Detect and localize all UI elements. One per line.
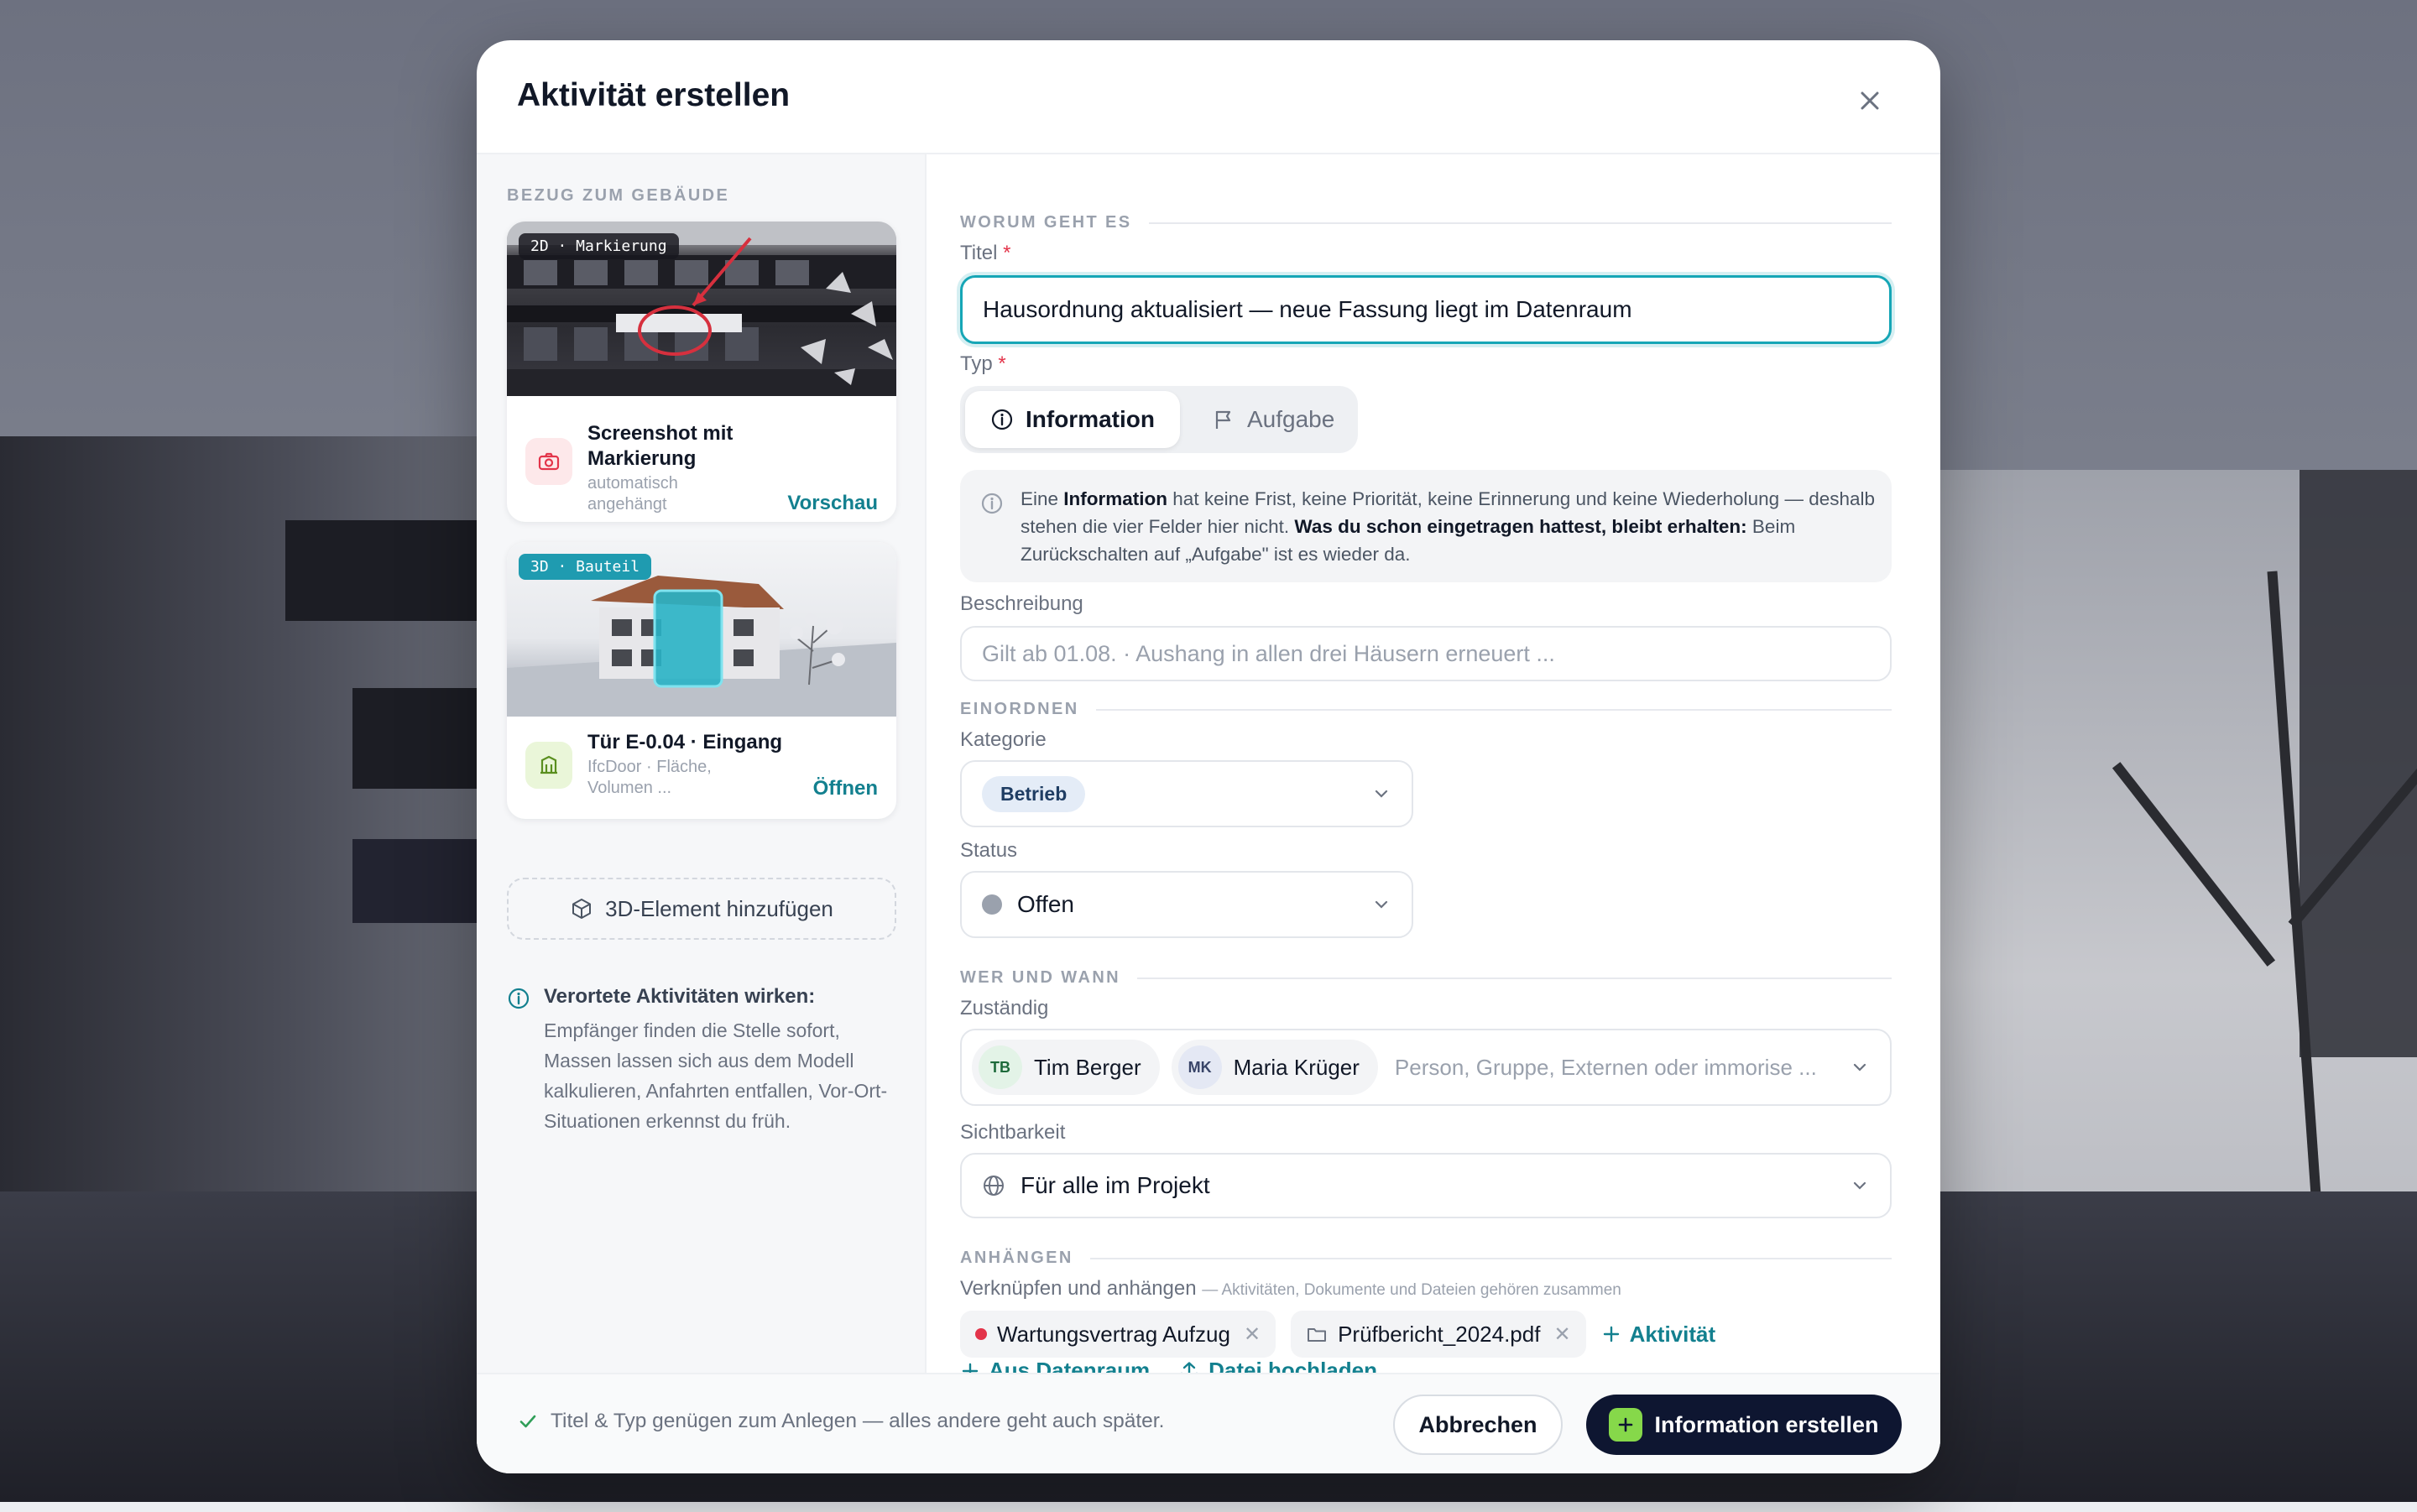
category-select[interactable]: Betrieb bbox=[960, 760, 1413, 827]
assignee-chip[interactable]: MK Maria Krüger bbox=[1171, 1040, 1378, 1095]
create-information-button[interactable]: Information erstellen bbox=[1586, 1395, 1902, 1455]
screenshot-card[interactable]: 2D · Markierung Screenshot mit Markierun… bbox=[507, 222, 896, 522]
assignee-placeholder: Person, Gruppe, Externen oder immorise .… bbox=[1394, 1054, 1817, 1080]
info-icon bbox=[991, 409, 1013, 430]
dialog-header: Aktivität erstellen bbox=[477, 40, 1940, 154]
background-building bbox=[0, 436, 520, 1191]
visibility-label: Sichtbarkeit bbox=[960, 1121, 1066, 1144]
description-input[interactable]: Gilt ab 01.08. · Aushang in allen drei H… bbox=[960, 626, 1892, 681]
notice-text: Eine Information hat keine Frist, keine … bbox=[1021, 488, 1876, 565]
assignee-select[interactable]: TB Tim Berger MK Maria Krüger Person, Gr… bbox=[960, 1029, 1892, 1106]
remove-icon[interactable]: ✕ bbox=[1553, 1322, 1570, 1347]
status-select[interactable]: Offen bbox=[960, 871, 1413, 938]
section-attach: ANHÄNGEN bbox=[960, 1249, 1892, 1268]
card-subtitle: IfcDoor · Fläche, Volumen ... bbox=[587, 758, 712, 797]
3d-element-card[interactable]: 3D · Bauteil Tür E-0.04 · Eingang IfcDoo… bbox=[507, 542, 896, 819]
type-option-information[interactable]: Information bbox=[965, 391, 1180, 448]
avatar: MK bbox=[1177, 1045, 1222, 1089]
category-chip: Betrieb bbox=[982, 775, 1086, 812]
close-button[interactable] bbox=[1850, 81, 1890, 121]
add-3d-element-button[interactable]: 3D-Element hinzufügen bbox=[507, 878, 896, 940]
visibility-select[interactable]: Für alle im Projekt bbox=[960, 1153, 1892, 1218]
remove-icon[interactable]: ✕ bbox=[1244, 1322, 1261, 1347]
building-reference-panel: BEZUG ZUM GEBÄUDE 2D · Markierung Screen… bbox=[477, 154, 927, 1373]
create-activity-dialog: Aktivität erstellen BEZUG ZUM GEBÄUDE 2D… bbox=[477, 40, 1940, 1473]
hint-body: Empfänger finden die Stelle sofort, Mass… bbox=[544, 1019, 888, 1132]
info-icon bbox=[981, 493, 1003, 514]
footer-hint: Titel & Typ genügen zum Anlegen — alles … bbox=[517, 1410, 1164, 1433]
card-title: Tür E-0.04 · Eingang bbox=[587, 731, 783, 753]
add-activity-link[interactable]: Aktivität bbox=[1601, 1322, 1715, 1348]
status-label: Status bbox=[960, 839, 1018, 862]
cube-icon bbox=[572, 899, 592, 919]
chevron-down-icon bbox=[1853, 1063, 1866, 1071]
preview-link[interactable]: Vorschau bbox=[787, 492, 878, 515]
thumbnail-tag: 2D · Markierung bbox=[519, 233, 679, 259]
hint-title: Verortete Aktivitäten wirken: bbox=[544, 985, 816, 1008]
card-title: Screenshot mit Markierung bbox=[587, 422, 733, 470]
card-subtitle: automatisch angehängt bbox=[587, 474, 678, 514]
plus-icon bbox=[1609, 1408, 1643, 1442]
activity-form: WORUM GEHT ES Titel * Hausordnung aktual… bbox=[927, 154, 1940, 1383]
title-input[interactable]: Hausordnung aktualisiert — neue Fassung … bbox=[960, 275, 1892, 344]
type-option-task[interactable]: Aufgabe bbox=[1187, 391, 1360, 448]
chevron-down-icon bbox=[1375, 900, 1388, 909]
activity-dot bbox=[975, 1328, 987, 1340]
add-3d-label: 3D-Element hinzufügen bbox=[605, 895, 833, 921]
description-label: Beschreibung bbox=[960, 592, 1083, 615]
attached-file-chip[interactable]: Prüfbericht_2024.pdf ✕ bbox=[1291, 1311, 1586, 1358]
attach-label: Verknüpfen und anhängen — Aktivitäten, D… bbox=[960, 1277, 1621, 1300]
assignee-chip[interactable]: TB Tim Berger bbox=[972, 1040, 1160, 1095]
information-type-notice: Eine Information hat keine Frist, keine … bbox=[960, 470, 1892, 582]
section-label-building: BEZUG ZUM GEBÄUDE bbox=[507, 186, 730, 205]
cancel-button[interactable]: Abbrechen bbox=[1393, 1395, 1563, 1455]
type-segmented-control: Information Aufgabe bbox=[960, 386, 1358, 453]
section-what: WORUM GEHT ES bbox=[960, 213, 1892, 232]
camera-icon bbox=[525, 438, 572, 485]
open-link[interactable]: Öffnen bbox=[813, 777, 878, 800]
assignee-label: Zuständig bbox=[960, 997, 1049, 1019]
flag-icon bbox=[1215, 410, 1231, 429]
folder-icon bbox=[1308, 1328, 1327, 1342]
chevron-down-icon bbox=[1375, 790, 1388, 798]
close-icon bbox=[1861, 91, 1879, 110]
linked-activity-chip[interactable]: Wartungsvertrag Aufzug ✕ bbox=[960, 1311, 1276, 1358]
avatar: TB bbox=[979, 1045, 1022, 1089]
category-label: Kategorie bbox=[960, 728, 1047, 751]
info-icon bbox=[508, 988, 530, 1009]
type-label: Typ * bbox=[960, 352, 1006, 375]
attachments-row: Wartungsvertrag Aufzug ✕ Prüfbericht_202… bbox=[960, 1311, 1715, 1358]
section-who: WER UND WANN bbox=[960, 968, 1892, 988]
dialog-footer: Titel & Typ genügen zum Anlegen — alles … bbox=[477, 1373, 1940, 1473]
section-classify: EINORDNEN bbox=[960, 700, 1892, 719]
check-icon bbox=[519, 1415, 536, 1428]
thumbnail-tag: 3D · Bauteil bbox=[519, 554, 652, 580]
dialog-title: Aktivität erstellen bbox=[517, 77, 791, 113]
chevron-down-icon bbox=[1853, 1181, 1866, 1190]
title-label: Titel * bbox=[960, 242, 1011, 264]
status-dot bbox=[982, 894, 1002, 915]
plus-icon bbox=[1603, 1326, 1619, 1343]
globe-icon bbox=[984, 1176, 1004, 1196]
building-icon bbox=[525, 742, 572, 789]
screenshot-thumbnail: 2D · Markierung bbox=[507, 222, 896, 396]
3d-element-thumbnail: 3D · Bauteil bbox=[507, 542, 896, 717]
